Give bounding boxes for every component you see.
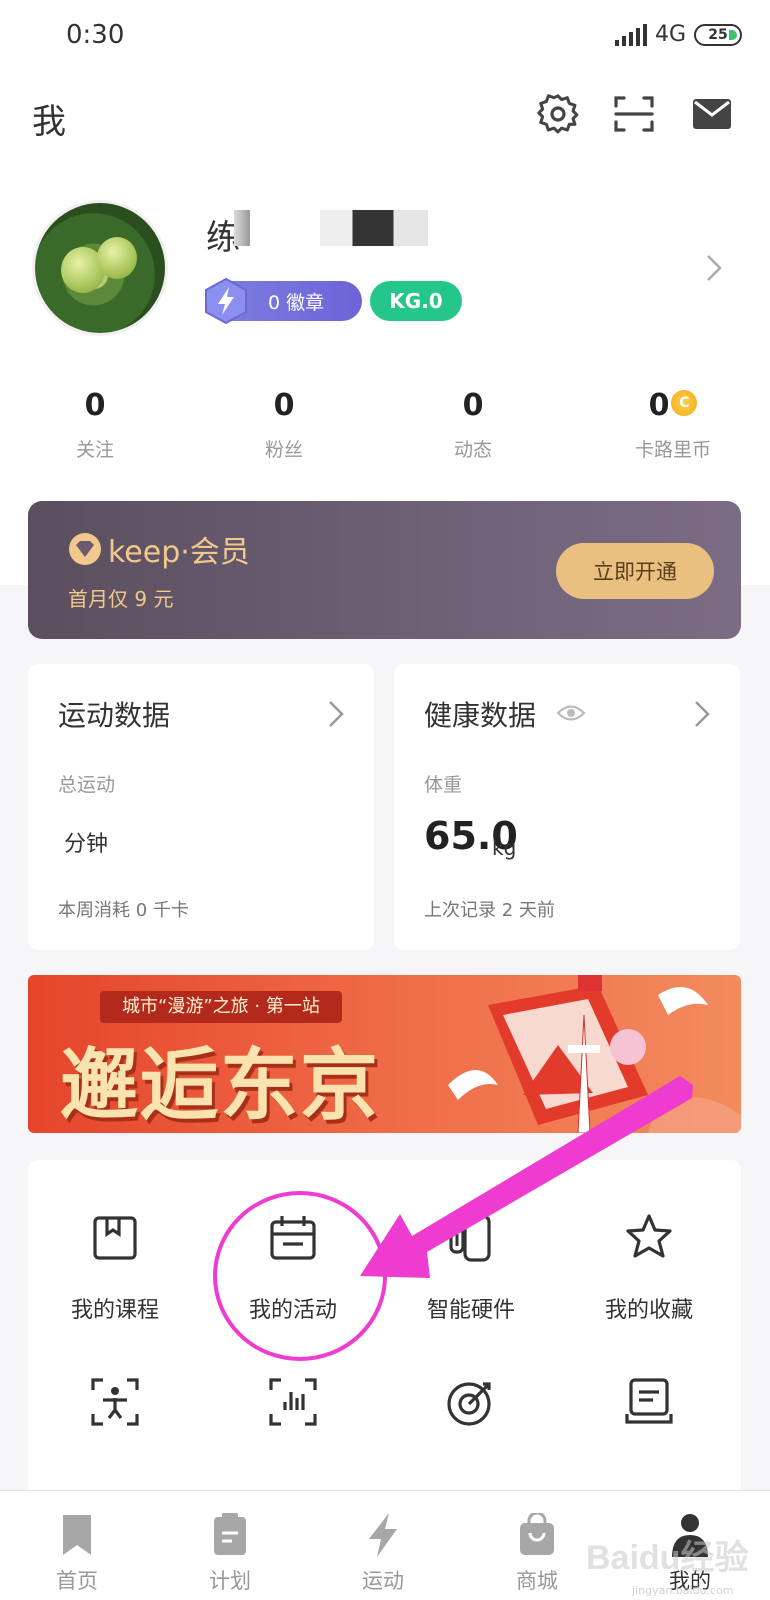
calendar-icon: [270, 1216, 316, 1260]
tokyo-illustration: [448, 975, 741, 1133]
grid-item-data-scan[interactable]: [208, 1376, 378, 1428]
health-data-card[interactable]: 健康数据 体重 65.0 kg 上次记录 2 天前: [394, 664, 740, 950]
watermark: Baidu经验: [586, 1539, 749, 1577]
tab-sport[interactable]: 运动: [328, 1513, 438, 1595]
records-icon: [625, 1378, 673, 1424]
total-duration: 分钟: [64, 832, 109, 857]
lightning-icon: [369, 1513, 397, 1557]
grid-item-my-activities[interactable]: 我的活动: [208, 1212, 378, 1324]
hardware-icon: [449, 1214, 491, 1262]
scan-icon[interactable]: [612, 92, 656, 136]
data-scan-icon: [269, 1378, 317, 1426]
name-redaction: [234, 210, 250, 246]
network-label: 4G: [654, 22, 686, 47]
stat-value: 0: [273, 388, 295, 423]
body-scan-icon: [91, 1378, 139, 1426]
sport-data-card[interactable]: 运动数据 总运动 分钟 本周消耗 0 千卡: [28, 664, 374, 950]
grid-label: 我的收藏: [604, 1298, 693, 1323]
vip-logo-text: keep·会员: [108, 535, 250, 570]
avatar[interactable]: [32, 200, 168, 336]
vip-open-button[interactable]: 立即开通: [556, 543, 714, 599]
promo-banner[interactable]: 城市“漫游”之旅 · 第一站 邂逅东京: [28, 975, 741, 1133]
status-indicators: 4G 25: [614, 22, 742, 47]
grid-item-target[interactable]: [386, 1376, 556, 1428]
tab-store[interactable]: 商城: [482, 1513, 592, 1595]
promo-tag: 城市“漫游”之旅 · 第一站: [100, 991, 342, 1023]
lightning-badge-icon: [205, 277, 247, 325]
stat-label: 关注: [75, 439, 114, 461]
grid-item-my-courses[interactable]: 我的课程: [30, 1212, 200, 1324]
stat-value: 0C: [588, 388, 758, 423]
kg-level-badge[interactable]: KG.0: [370, 281, 462, 321]
stat-value: 0: [84, 388, 106, 423]
mail-icon[interactable]: [690, 92, 734, 136]
grid-item-my-favorites[interactable]: 我的收藏: [564, 1212, 734, 1324]
shopping-bag-icon: [520, 1513, 554, 1555]
feature-grid: 我的课程 我的活动 智能硬件 我的收藏: [28, 1160, 741, 1500]
kg-label: KG.0: [389, 289, 443, 313]
bookmark-icon: [63, 1515, 91, 1555]
tab-label: 首页: [56, 1569, 98, 1593]
chevron-right-icon: [695, 701, 710, 727]
card-label: 体重: [424, 774, 463, 796]
vip-subtitle: 首月仅 9 元: [68, 587, 174, 611]
grid-item-smart-hardware[interactable]: 智能硬件: [386, 1212, 556, 1324]
stat-followers[interactable]: 0 粉丝: [199, 388, 369, 462]
stat-label: 卡路里币: [634, 439, 711, 461]
clipboard-icon: [214, 1513, 246, 1555]
card-title: 健康数据: [424, 699, 537, 732]
vip-button-label: 立即开通: [593, 560, 677, 584]
page-title: 我: [32, 102, 66, 142]
status-time: 0:30: [66, 20, 125, 50]
tab-plan[interactable]: 计划: [175, 1513, 285, 1595]
chevron-right-icon: [329, 701, 344, 727]
card-title: 运动数据: [58, 699, 171, 732]
grid-label: 智能硬件: [426, 1298, 515, 1323]
badge-label: 0 徽章: [268, 291, 325, 314]
tab-home[interactable]: 首页: [22, 1513, 132, 1595]
star-icon: [626, 1214, 672, 1258]
card-footer: 上次记录 2 天前: [424, 900, 555, 921]
stat-label: 粉丝: [264, 439, 303, 461]
bookmark-book-icon: [93, 1216, 137, 1260]
stat-following[interactable]: 0 关注: [10, 388, 180, 462]
stat-calorie-coins[interactable]: 0C 卡路里币: [588, 388, 758, 462]
signal-icon: [614, 23, 647, 46]
coin-icon: C: [671, 389, 698, 416]
name-redaction: [320, 210, 428, 246]
weight-unit: kg: [492, 836, 517, 860]
grid-label: 我的活动: [248, 1298, 337, 1323]
target-icon: [447, 1382, 491, 1426]
promo-title: 邂逅东京: [60, 1040, 381, 1131]
status-bar: 0:30 4G 25: [0, 0, 770, 72]
vip-banner[interactable]: keep·会员 首月仅 9 元 立即开通: [28, 501, 741, 639]
stat-value: 0: [462, 388, 484, 423]
battery-level: 25: [708, 26, 728, 43]
eye-icon[interactable]: [556, 702, 586, 724]
tab-label: 计划: [209, 1569, 251, 1593]
card-label: 总运动: [58, 774, 116, 796]
keep-diamond-icon: [69, 533, 101, 565]
card-footer: 本周消耗 0 千卡: [58, 900, 189, 921]
vip-logo: keep·会员: [68, 527, 250, 571]
grid-item-records[interactable]: [564, 1376, 734, 1428]
coin-count: 0: [648, 388, 670, 423]
grid-label: 我的课程: [70, 1298, 159, 1323]
battery-icon: 25: [694, 23, 742, 46]
tab-label: 商城: [516, 1569, 558, 1593]
gear-icon[interactable]: [536, 92, 580, 136]
watermark-sub: jingyan.baidu.com: [632, 1584, 734, 1597]
stat-label: 动态: [453, 439, 492, 461]
chevron-right-icon[interactable]: [702, 250, 726, 286]
tab-label: 运动: [362, 1569, 404, 1593]
badge-button[interactable]: 0 徽章: [205, 277, 362, 325]
grid-item-body-scan[interactable]: [30, 1376, 200, 1428]
stat-posts[interactable]: 0 动态: [388, 388, 558, 462]
